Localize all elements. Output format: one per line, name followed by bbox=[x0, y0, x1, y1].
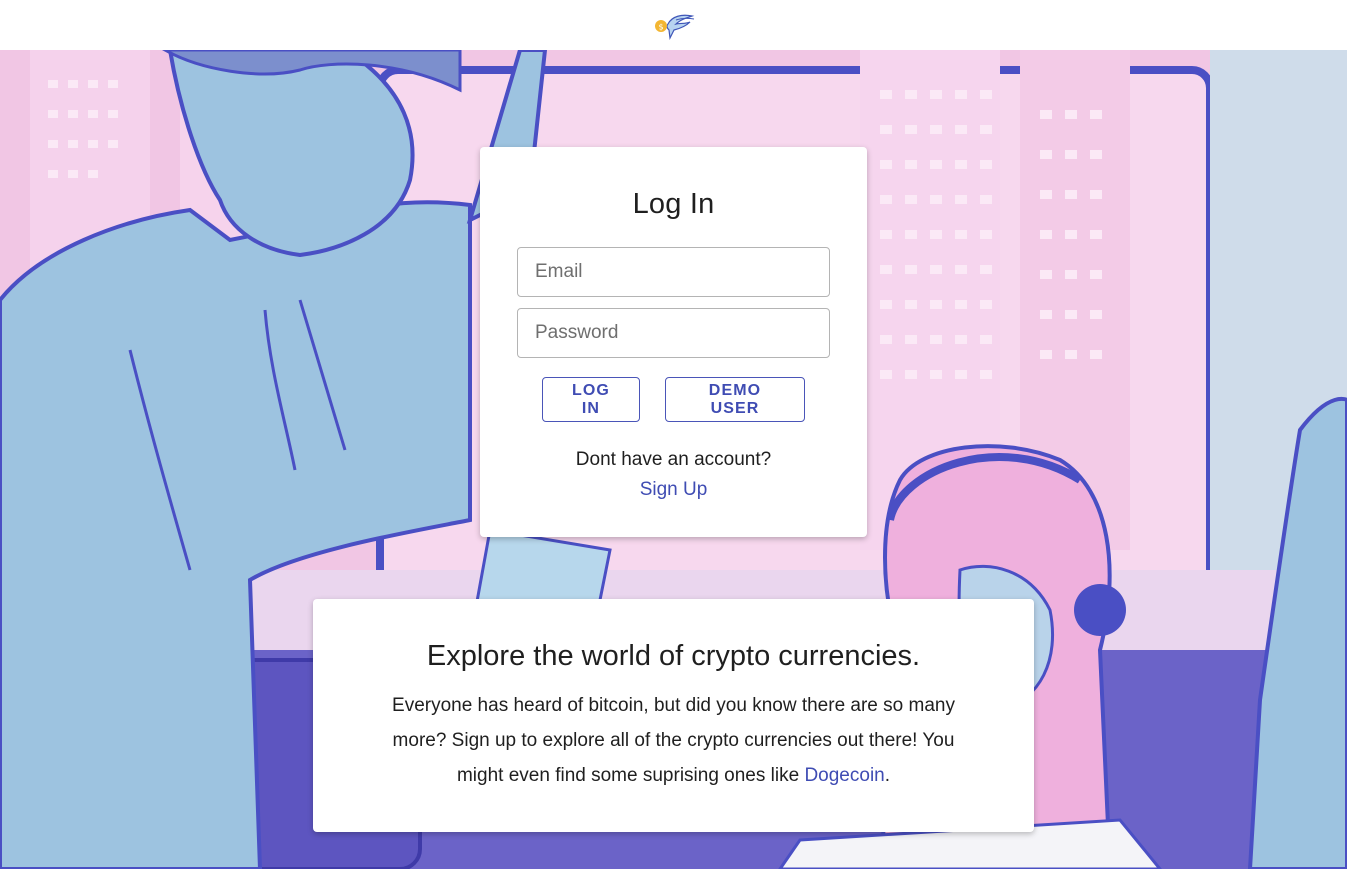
email-input[interactable] bbox=[535, 261, 812, 283]
password-input[interactable] bbox=[535, 322, 812, 344]
login-button[interactable]: LOG IN bbox=[542, 377, 640, 422]
explore-trailing-punctuation: . bbox=[884, 765, 891, 786]
demo-user-button[interactable]: DEMO USER bbox=[665, 377, 805, 422]
password-field[interactable] bbox=[517, 308, 830, 358]
login-button-row: LOG IN DEMO USER bbox=[542, 377, 805, 422]
top-nav-bar: $ bbox=[0, 0, 1347, 50]
dogecoin-link[interactable]: Dogecoin bbox=[804, 765, 884, 786]
login-title: Log In bbox=[632, 188, 715, 220]
explore-card: Explore the world of crypto currencies. … bbox=[313, 599, 1034, 832]
hero-illustration: Log In LOG IN DEMO USER Dont have an acc… bbox=[0, 50, 1347, 869]
login-card: Log In LOG IN DEMO USER Dont have an acc… bbox=[480, 147, 867, 537]
svg-text:$: $ bbox=[658, 23, 663, 32]
no-account-text: Dont have an account? bbox=[575, 449, 772, 470]
explore-title: Explore the world of crypto currencies. bbox=[426, 640, 921, 672]
hummingbird-coin-logo-icon[interactable]: $ bbox=[652, 10, 696, 40]
email-field[interactable] bbox=[517, 247, 830, 297]
explore-description: Everyone has heard of bitcoin, but did y… bbox=[369, 688, 979, 793]
sign-up-link[interactable]: Sign Up bbox=[640, 475, 708, 505]
